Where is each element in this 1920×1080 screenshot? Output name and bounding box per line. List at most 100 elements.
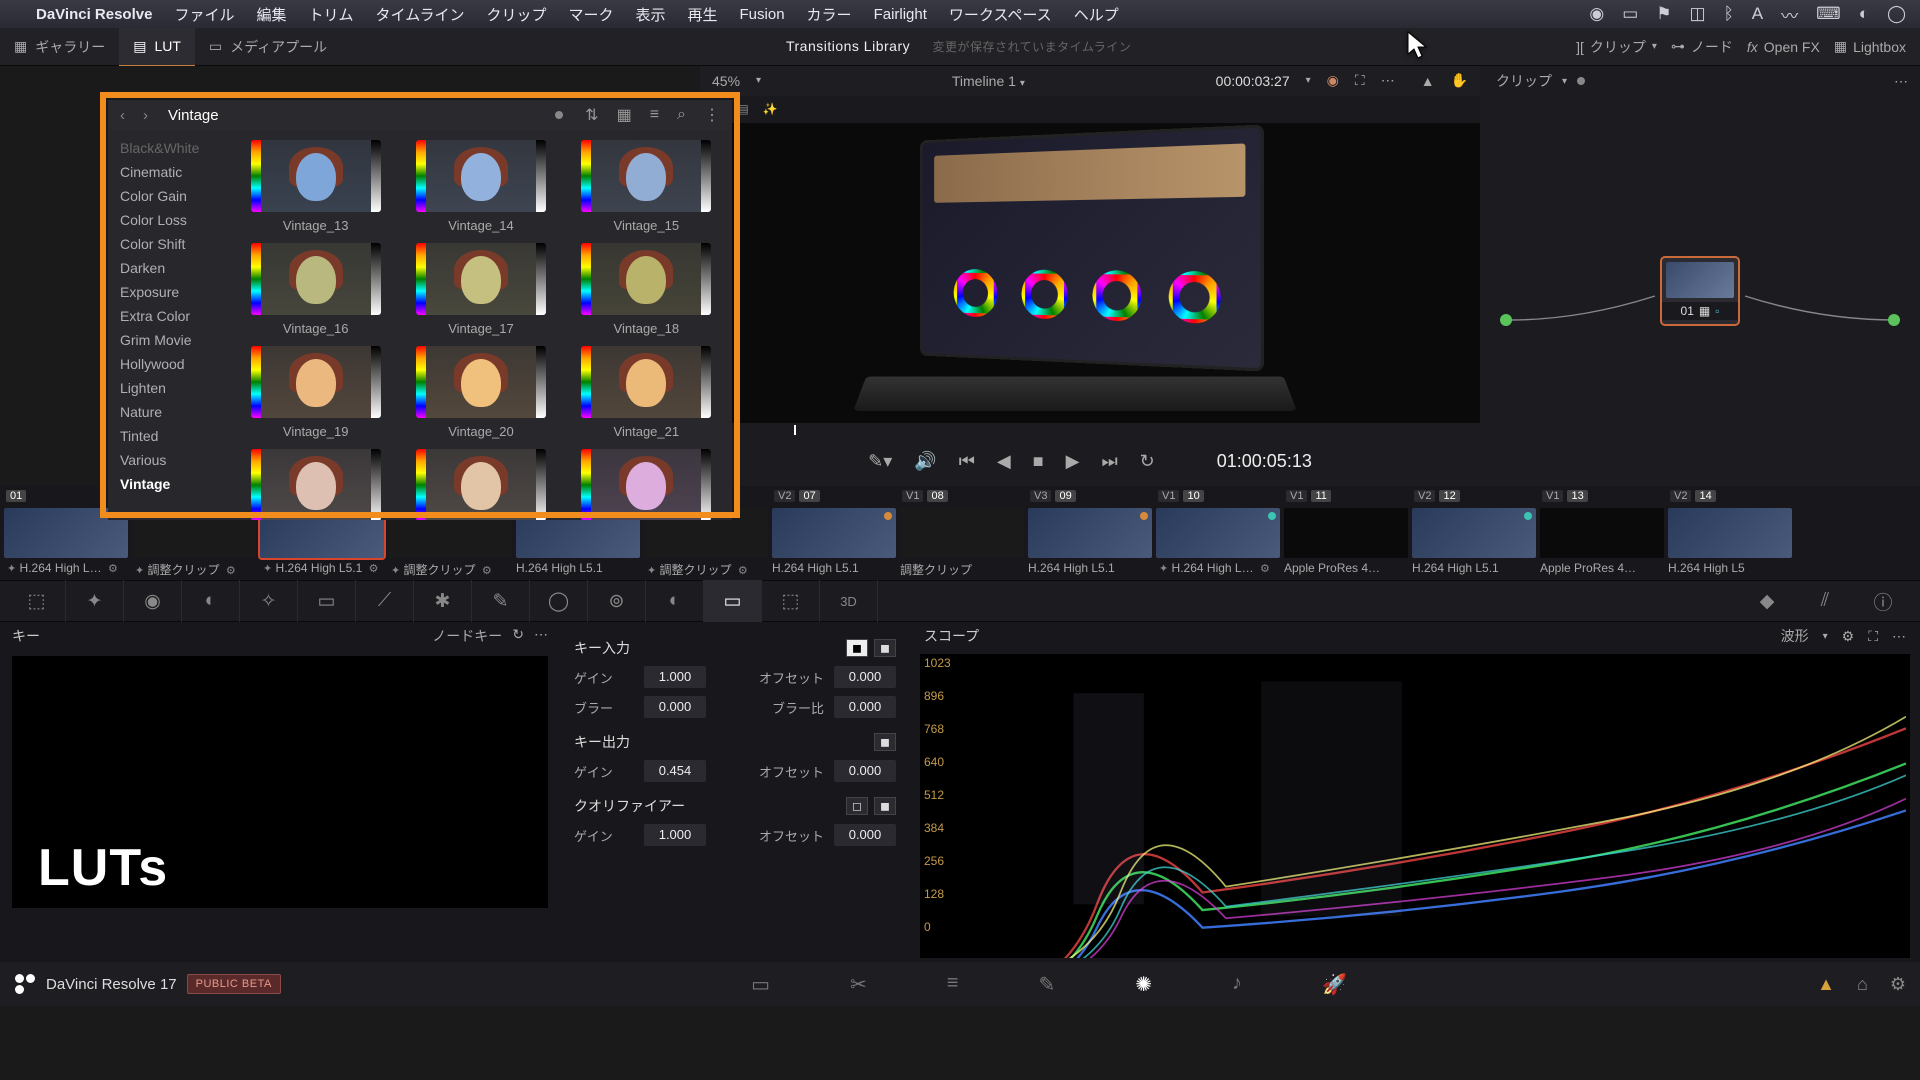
nav-forward-icon[interactable]: › [139, 107, 152, 124]
key-more-icon[interactable]: ⋯ [534, 626, 548, 646]
clip-11[interactable]: V111 Apple ProRes 4… [1284, 490, 1408, 575]
palette-tracker[interactable]: ⊚ [588, 580, 646, 622]
palette-key[interactable]: ▭ [704, 580, 762, 622]
grid-view-icon[interactable]: ▦ [613, 105, 636, 125]
menu-playback[interactable]: 再生 [688, 4, 718, 25]
menu-workspace[interactable]: ワークスペース [949, 4, 1052, 25]
lut-item-vintage_14[interactable]: Vintage_14 [403, 140, 558, 233]
page-deliver[interactable]: 🚀 [1322, 972, 1347, 997]
in-gain[interactable]: 1.000 [644, 666, 706, 688]
status-siri-icon[interactable]: ◐ [1859, 4, 1869, 24]
play-icon[interactable]: ▶ [1066, 451, 1080, 472]
palette-hdr[interactable]: ◐ [182, 580, 240, 622]
home-icon[interactable]: ⌂ [1857, 974, 1868, 995]
menu-fairlight[interactable]: Fairlight [874, 6, 927, 23]
page-media[interactable]: ▭ [751, 972, 770, 997]
btn-clips[interactable]: ][クリップ▾ [1576, 37, 1657, 57]
page-color[interactable]: ✺ [1135, 972, 1152, 997]
sort-icon[interactable]: ⇅ [581, 105, 602, 125]
tab-lut[interactable]: ▤LUT [119, 28, 195, 66]
settings-icon[interactable]: ⚙ [1890, 974, 1906, 995]
node-graph[interactable]: 01▦▫ [1480, 96, 1920, 486]
lut-category-vintage[interactable]: Vintage [108, 472, 230, 496]
palette-3d[interactable]: 3D [820, 580, 878, 622]
palette-sizing[interactable]: ⬚ [762, 580, 820, 622]
viewer-canvas[interactable] [700, 123, 1480, 423]
out-invert-icon[interactable]: ◼ [874, 733, 896, 751]
timecode-in[interactable]: 00:00:03:27 [1216, 73, 1290, 89]
tab-mediapool[interactable]: ▭メディアプール [195, 28, 341, 66]
playhead[interactable] [794, 425, 796, 435]
lut-category-color-loss[interactable]: Color Loss [108, 208, 230, 232]
palette-rgb-mixer[interactable]: ✧ [240, 580, 298, 622]
palette-keyframes[interactable]: ◆ [1738, 580, 1796, 622]
next-clip-icon[interactable]: ⏭ [1101, 451, 1117, 472]
in-offset[interactable]: 0.000 [834, 666, 896, 688]
clip-7[interactable]: V207 H.264 High L5.1 [772, 490, 896, 575]
colorspace-icon[interactable]: ◉ [1327, 72, 1339, 89]
lut-category-various[interactable]: Various [108, 448, 230, 472]
lut-item-vintage_23[interactable]: Vintage_23 [403, 449, 558, 520]
status-keyboard-icon[interactable]: ⌨ [1816, 4, 1841, 24]
pointer-icon[interactable]: ▲ [1421, 73, 1435, 89]
more-icon[interactable]: ⋮ [700, 105, 724, 125]
lut-item-vintage_19[interactable]: Vintage_19 [238, 346, 393, 439]
menu-view[interactable]: 表示 [635, 4, 665, 25]
clip-9[interactable]: V309 H.264 High L5.1 [1028, 490, 1152, 575]
menu-timeline[interactable]: タイムライン [376, 4, 465, 25]
status-flag-icon[interactable]: ⚑ [1656, 4, 1671, 24]
prev-clip-icon[interactable]: ⏮ [959, 451, 975, 472]
lut-category-exposure[interactable]: Exposure [108, 280, 230, 304]
lut-item-vintage_17[interactable]: Vintage_17 [403, 243, 558, 336]
menu-fusion[interactable]: Fusion [740, 6, 785, 23]
menu-file[interactable]: ファイル [174, 4, 234, 25]
viewer-tool-2[interactable]: ▤ [737, 102, 748, 116]
lut-category-nature[interactable]: Nature [108, 400, 230, 424]
lut-category-lighten[interactable]: Lighten [108, 376, 230, 400]
status-display-icon[interactable]: ▭ [1622, 4, 1638, 24]
menu-mark[interactable]: マーク [568, 4, 613, 25]
lut-category-tinted[interactable]: Tinted [108, 424, 230, 448]
nav-back-icon[interactable]: ‹ [116, 107, 129, 124]
chevron-down-icon[interactable]: ▾ [1823, 631, 1828, 642]
menu-color[interactable]: カラー [807, 4, 852, 25]
lut-category-cinematic[interactable]: Cinematic [108, 160, 230, 184]
in-blur-ratio[interactable]: 0.000 [834, 696, 896, 718]
lut-item-vintage_18[interactable]: Vintage_18 [569, 243, 724, 336]
tab-gallery[interactable]: ▦ギャラリー [0, 28, 119, 66]
palette-magic-mask[interactable]: ◐ [646, 580, 704, 622]
palette-info[interactable]: ⓘ [1854, 580, 1912, 622]
palette-camera-raw[interactable]: ⬚ [8, 580, 66, 622]
chevron-down-icon[interactable]: ▾ [756, 75, 761, 86]
clip-12[interactable]: V212 H.264 High L5.1 [1412, 490, 1536, 575]
page-fusion[interactable]: ✎ [1038, 972, 1055, 997]
lut-item-vintage_22[interactable]: Vintage_22 [238, 449, 393, 520]
chevron-down-icon[interactable]: ▾ [1562, 76, 1567, 87]
in-blur[interactable]: 0.000 [644, 696, 706, 718]
palette-wheels[interactable]: ◉ [124, 580, 182, 622]
refresh-icon[interactable]: ↻ [512, 626, 524, 646]
status-script-icon[interactable]: 〰 [1781, 2, 1798, 27]
lut-item-vintage_16[interactable]: Vintage_16 [238, 243, 393, 336]
lut-category-black-white[interactable]: Black&White [108, 136, 230, 160]
palette-qualifier[interactable]: ✎ [472, 580, 530, 622]
zoom-level[interactable]: 45% [712, 73, 740, 89]
lut-item-vintage_21[interactable]: Vintage_21 [569, 346, 724, 439]
clip-8[interactable]: V108 調整クリップ [900, 490, 1024, 578]
menu-help[interactable]: ヘルプ [1074, 4, 1119, 25]
node-output[interactable] [1888, 314, 1900, 326]
loop-icon[interactable]: ↻ [1140, 451, 1155, 472]
btn-openfx[interactable]: fxOpen FX [1747, 39, 1820, 55]
menu-edit[interactable]: 編集 [256, 4, 286, 25]
status-panels-icon[interactable]: ◫ [1690, 4, 1706, 24]
lut-category-color-shift[interactable]: Color Shift [108, 232, 230, 256]
btn-lightbox[interactable]: ▦Lightbox [1834, 38, 1906, 55]
menu-clip[interactable]: クリップ [486, 4, 546, 25]
more-icon[interactable]: ⋯ [1381, 72, 1395, 89]
palette-primaries[interactable]: ▭ [298, 580, 356, 622]
q-offset[interactable]: 0.000 [834, 824, 896, 846]
chevron-down-icon[interactable]: ▾ [1306, 75, 1311, 86]
lut-category-grim-movie[interactable]: Grim Movie [108, 328, 230, 352]
lut-category-color-gain[interactable]: Color Gain [108, 184, 230, 208]
palette-color-match[interactable]: ✦ [66, 580, 124, 622]
